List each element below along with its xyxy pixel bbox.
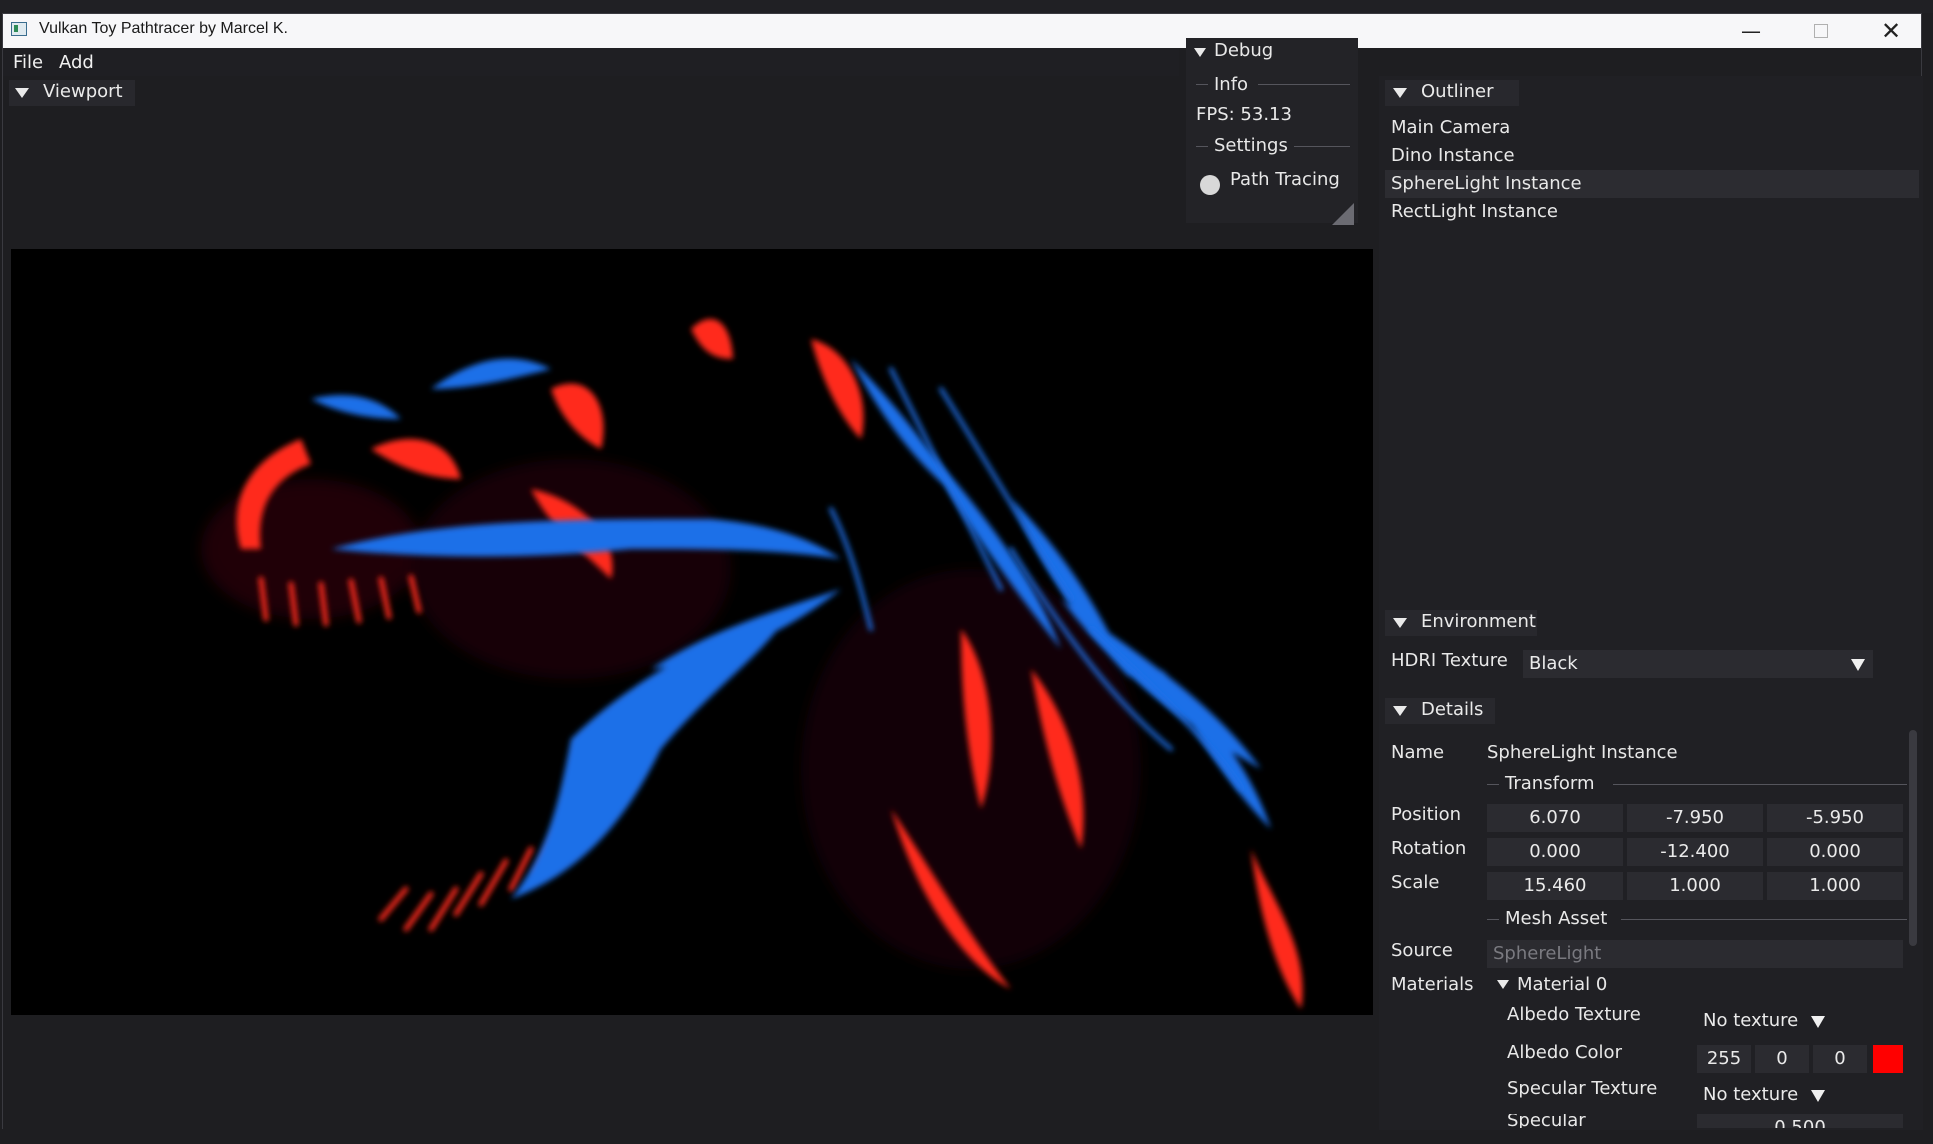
dino-render-image xyxy=(11,249,1373,1015)
menu-bar: File Add xyxy=(3,48,1179,76)
position-label: Position xyxy=(1391,804,1462,825)
maximize-icon xyxy=(1814,24,1828,38)
albedo-color-swatch[interactable] xyxy=(1873,1045,1903,1073)
title-bar: Vulkan Toy Pathtracer by Marcel K. — ✕ xyxy=(3,14,1921,48)
fps-readout: FPS: 53.13 xyxy=(1196,104,1292,125)
hdri-texture-dropdown[interactable]: Black xyxy=(1523,650,1873,678)
collapse-triangle-icon xyxy=(1393,706,1407,716)
specular-texture-value: No texture xyxy=(1703,1084,1799,1105)
settings-label: Settings xyxy=(1214,135,1288,156)
minimize-button[interactable]: — xyxy=(1721,14,1781,48)
materials-label: Materials xyxy=(1391,974,1474,995)
separator xyxy=(1487,784,1499,785)
desktop-strip xyxy=(0,0,1933,13)
rotation-x-field[interactable]: 0.000 xyxy=(1487,838,1623,866)
rotation-label: Rotation xyxy=(1391,838,1467,859)
outliner-item[interactable]: Main Camera xyxy=(1391,117,1510,138)
outliner-item[interactable]: RectLight Instance xyxy=(1391,201,1558,222)
separator xyxy=(1621,919,1907,920)
render-view[interactable] xyxy=(11,249,1373,1015)
outliner-header[interactable]: Outliner xyxy=(1385,80,1519,106)
close-button[interactable]: ✕ xyxy=(1861,14,1921,48)
separator xyxy=(1196,146,1208,147)
albedo-texture-dropdown[interactable]: No texture xyxy=(1697,1007,1827,1035)
separator xyxy=(1613,784,1907,785)
name-value: SphereLight Instance xyxy=(1487,742,1678,763)
dropdown-arrow-icon xyxy=(1811,1016,1825,1028)
close-icon: ✕ xyxy=(1880,17,1902,45)
window-title: Vulkan Toy Pathtracer by Marcel K. xyxy=(39,20,288,37)
environment-title: Environment xyxy=(1421,611,1536,632)
minimize-icon: — xyxy=(1741,19,1761,43)
app-window: Vulkan Toy Pathtracer by Marcel K. — ✕ F… xyxy=(2,13,1923,1130)
scale-y-field[interactable]: 1.000 xyxy=(1627,872,1763,900)
separator xyxy=(1487,919,1499,920)
specular-texture-dropdown[interactable]: No texture xyxy=(1697,1081,1827,1109)
hdri-texture-value: Black xyxy=(1529,653,1578,674)
maximize-button[interactable] xyxy=(1791,14,1851,48)
separator xyxy=(1196,84,1208,85)
details-scrollbar[interactable] xyxy=(1909,730,1917,946)
albedo-texture-label: Albedo Texture xyxy=(1507,1004,1641,1025)
albedo-r-field[interactable]: 255 xyxy=(1697,1045,1751,1073)
separator xyxy=(1258,84,1350,85)
separator xyxy=(1294,146,1350,147)
collapse-triangle-icon xyxy=(1194,48,1206,57)
collapse-triangle-icon xyxy=(15,88,29,98)
source-label: Source xyxy=(1391,940,1453,961)
transform-label: Transform xyxy=(1505,773,1595,794)
collapse-triangle-icon xyxy=(1393,88,1407,98)
outliner-title: Outliner xyxy=(1421,81,1494,102)
specular-row-clip: Specular 0.500 xyxy=(1379,1114,1919,1128)
source-field[interactable]: SphereLight xyxy=(1487,940,1903,968)
app-icon xyxy=(11,22,27,36)
position-z-field[interactable]: -5.950 xyxy=(1767,804,1903,832)
position-y-field[interactable]: -7.950 xyxy=(1627,804,1763,832)
viewport-header[interactable]: Viewport xyxy=(9,80,135,106)
path-tracing-radio[interactable] xyxy=(1200,175,1220,195)
outliner-item-selected[interactable]: SphereLight Instance xyxy=(1391,173,1582,194)
path-tracing-label: Path Tracing xyxy=(1230,169,1340,190)
environment-header[interactable]: Environment xyxy=(1385,610,1537,636)
menu-file[interactable]: File xyxy=(13,52,43,73)
debug-title: Debug xyxy=(1214,40,1274,61)
mesh-asset-label: Mesh Asset xyxy=(1505,908,1608,929)
outliner-item[interactable]: Dino Instance xyxy=(1391,145,1515,166)
viewport-title: Viewport xyxy=(43,81,123,102)
collapse-triangle-icon xyxy=(1393,618,1407,628)
dropdown-arrow-icon xyxy=(1811,1090,1825,1102)
scale-x-field[interactable]: 15.460 xyxy=(1487,872,1623,900)
albedo-texture-value: No texture xyxy=(1703,1010,1799,1031)
debug-window: Debug Info FPS: 53.13 Settings Path Trac… xyxy=(1186,38,1358,225)
rotation-y-field[interactable]: -12.400 xyxy=(1627,838,1763,866)
specular-label: Specular xyxy=(1507,1114,1586,1128)
specular-texture-label: Specular Texture xyxy=(1507,1078,1658,1099)
rotation-z-field[interactable]: 0.000 xyxy=(1767,838,1903,866)
dropdown-arrow-icon xyxy=(1851,659,1865,671)
menu-add[interactable]: Add xyxy=(59,52,94,73)
resize-grip-icon[interactable] xyxy=(1332,203,1354,225)
hdri-texture-label: HDRI Texture xyxy=(1391,650,1508,671)
position-x-field[interactable]: 6.070 xyxy=(1487,804,1623,832)
scale-z-field[interactable]: 1.000 xyxy=(1767,872,1903,900)
albedo-b-field[interactable]: 0 xyxy=(1813,1045,1867,1073)
name-label: Name xyxy=(1391,742,1445,763)
albedo-g-field[interactable]: 0 xyxy=(1755,1045,1809,1073)
right-panel xyxy=(1379,76,1923,1130)
details-header[interactable]: Details xyxy=(1385,698,1495,724)
collapse-triangle-icon[interactable] xyxy=(1497,980,1509,989)
details-title: Details xyxy=(1421,699,1484,720)
info-label: Info xyxy=(1214,74,1249,95)
albedo-color-label: Albedo Color xyxy=(1507,1042,1622,1063)
scale-label: Scale xyxy=(1391,872,1440,893)
specular-field[interactable]: 0.500 xyxy=(1697,1114,1903,1128)
material0-label[interactable]: Material 0 xyxy=(1517,974,1607,995)
